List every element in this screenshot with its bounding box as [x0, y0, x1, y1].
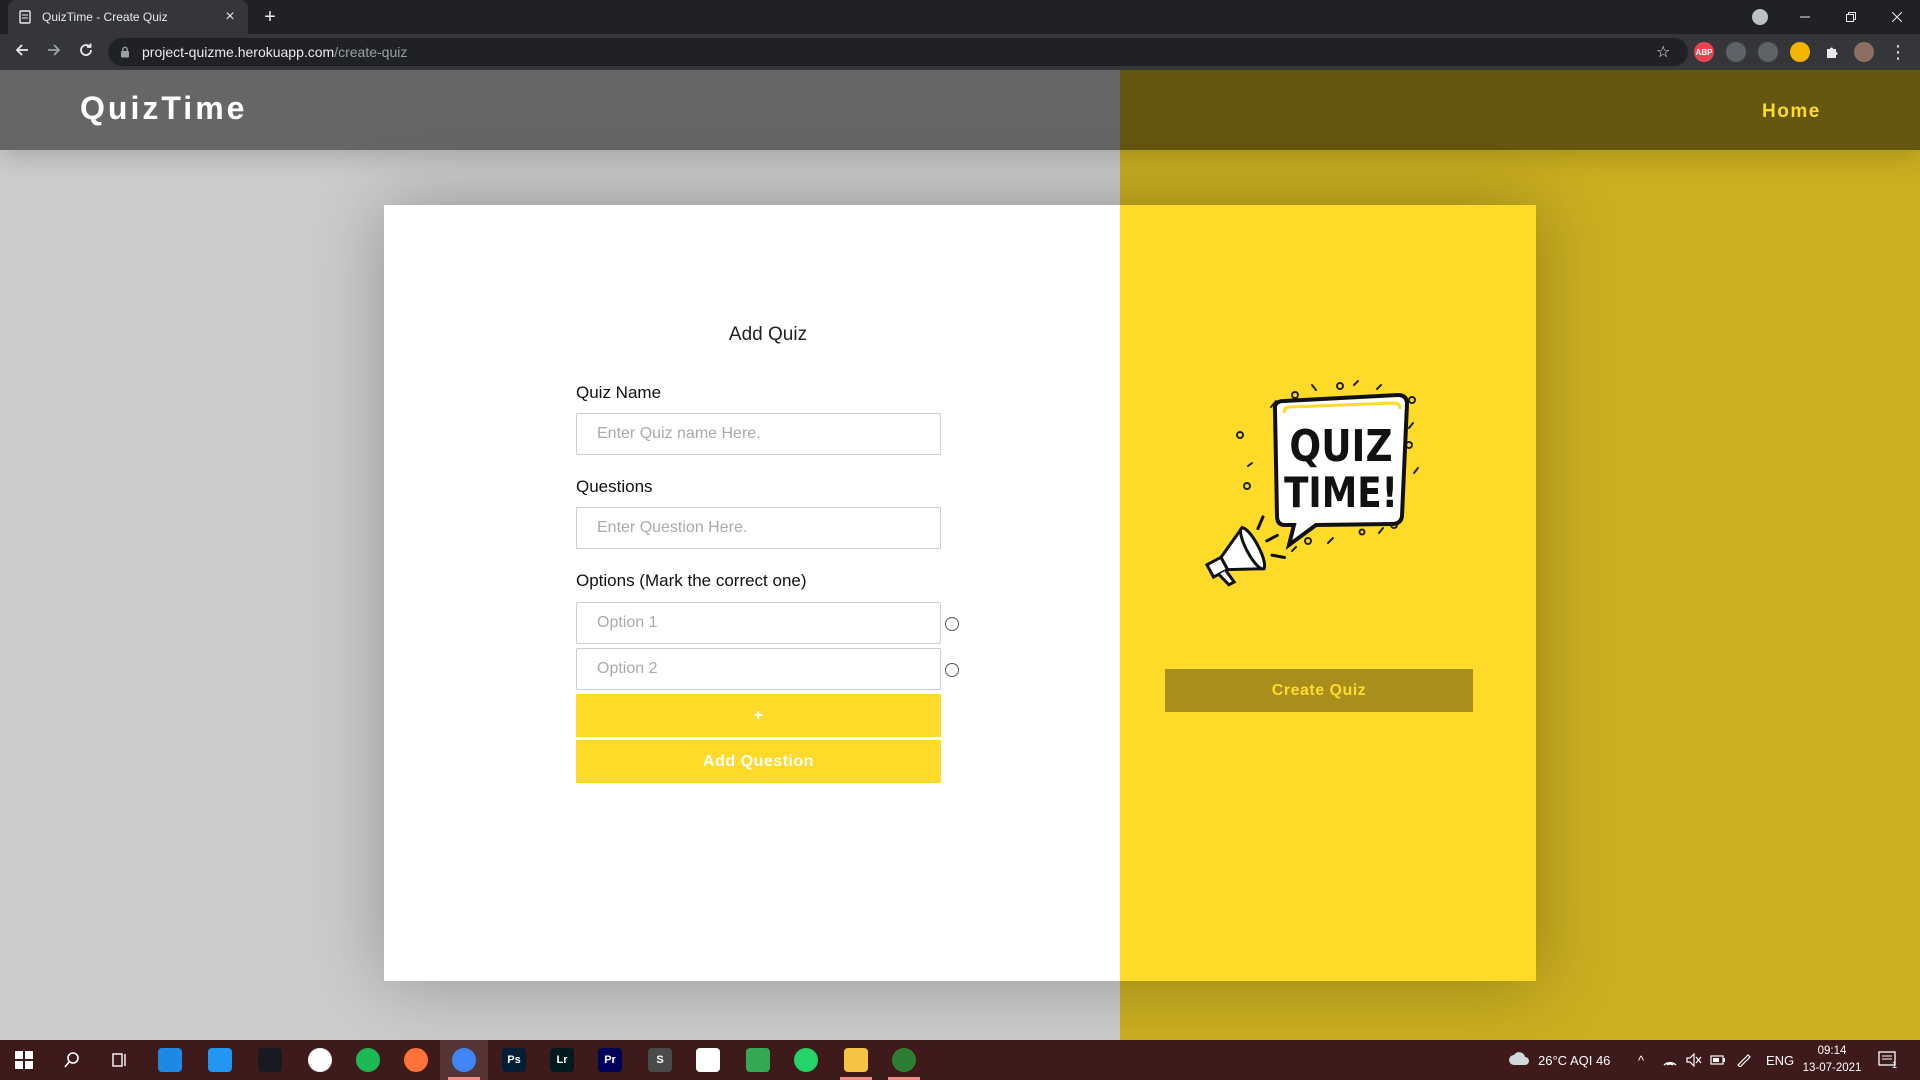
clock-date: 13-07-2021	[1802, 1062, 1862, 1074]
tab-close-icon[interactable]: ×	[222, 8, 238, 26]
address-bar[interactable]: project-quizme.herokuapp.com/create-quiz	[108, 38, 1688, 66]
form-title: Add Quiz	[728, 324, 808, 345]
network-icon[interactable]	[1662, 1040, 1678, 1080]
notifications-count: 1	[1892, 1060, 1898, 1070]
volume-muted-icon[interactable]	[1686, 1040, 1702, 1080]
system-clock[interactable]: 09:14 13-07-2021	[1796, 1043, 1868, 1077]
app-green-icon[interactable]	[892, 1048, 916, 1072]
firefox-icon[interactable]	[404, 1048, 428, 1072]
question-input[interactable]	[576, 507, 941, 549]
task-view-icon[interactable]	[108, 1048, 132, 1072]
extension-b-icon[interactable]	[1790, 42, 1810, 62]
quiz-name-input[interactable]	[576, 413, 941, 455]
side-panel: QUIZ TIME! Create Quiz	[1120, 205, 1536, 981]
premiere-icon[interactable]: Pr	[598, 1048, 622, 1072]
tab-title: QuizTime - Create Quiz	[42, 10, 168, 24]
reload-icon[interactable]	[74, 40, 98, 64]
show-hidden-icons-chevron-icon[interactable]: ^	[1638, 1040, 1644, 1080]
adblock-plus-icon[interactable]: ABP	[1694, 42, 1714, 62]
extension-a-icon[interactable]	[1758, 42, 1778, 62]
whatsapp-icon[interactable]	[794, 1048, 818, 1072]
windows-taskbar: Ps Lr Pr S 26°C AQI 46 ^ ENG 09:14 13-07-20…	[0, 1040, 1920, 1080]
option-2-correct-radio[interactable]	[945, 663, 959, 677]
page-favicon-icon	[18, 10, 32, 24]
questions-label: Questions	[576, 477, 653, 496]
chrome-icon[interactable]	[452, 1048, 476, 1072]
quiz-name-label: Quiz Name	[576, 383, 662, 402]
bookmark-star-icon[interactable]: ☆	[1656, 42, 1670, 62]
chrome-menu-icon[interactable]: ⋮	[1886, 40, 1910, 64]
browser-tab-strip: QuizTime - Create Quiz × +	[0, 0, 1920, 34]
camera-icon[interactable]	[1726, 42, 1746, 62]
forward-icon[interactable]	[42, 40, 66, 64]
brand-logo[interactable]: QuizTime	[80, 90, 247, 127]
tab-search-icon[interactable]	[1752, 9, 1768, 25]
windows-start-icon[interactable]	[12, 1048, 36, 1072]
search-icon[interactable]	[60, 1048, 84, 1072]
option-1-correct-radio[interactable]	[945, 617, 959, 631]
input-language[interactable]: ENG	[1766, 1040, 1794, 1080]
minimize-icon[interactable]	[1782, 0, 1828, 34]
profile-avatar[interactable]	[1854, 42, 1874, 62]
create-quiz-card: Add Quiz Quiz Name Questions Options (Ma…	[384, 205, 1536, 981]
notifications-icon[interactable]: 1	[1878, 1040, 1897, 1080]
url-host: project-quizme.herokuapp.com	[142, 44, 335, 60]
page-content: QuizTime Home Add Quiz Quiz Name Questio…	[0, 70, 1920, 1040]
weather-text: 26°C AQI 46	[1538, 1052, 1611, 1068]
create-quiz-button[interactable]: Create Quiz	[1165, 669, 1473, 712]
google-drive-icon[interactable]	[746, 1048, 770, 1072]
weather-cloud-icon	[1508, 1051, 1530, 1070]
pen-workspace-icon[interactable]	[1736, 1040, 1752, 1080]
add-question-button[interactable]: Add Question	[576, 740, 941, 783]
weather-widget[interactable]: 26°C AQI 46	[1508, 1040, 1610, 1080]
nav-home-link[interactable]: Home	[1762, 101, 1821, 123]
add-option-button[interactable]: +	[576, 694, 941, 737]
lightroom-icon[interactable]: Lr	[550, 1048, 574, 1072]
store-icon[interactable]	[696, 1048, 720, 1072]
quiz-time-megaphone-illustration: QUIZ TIME!	[1204, 380, 1419, 587]
illustration-line-2: TIME!	[1284, 469, 1398, 517]
photoshop-icon[interactable]: Ps	[502, 1048, 526, 1072]
puzzle-icon[interactable]	[1822, 42, 1842, 62]
window-close-icon[interactable]	[1874, 0, 1920, 34]
file-explorer-icon[interactable]	[844, 1048, 868, 1072]
url-path: /create-quiz	[334, 44, 408, 60]
onedrive-photos-icon[interactable]	[208, 1048, 232, 1072]
restore-icon[interactable]	[1828, 0, 1874, 34]
quiz-form: Add Quiz Quiz Name Questions Options (Ma…	[384, 205, 1120, 981]
binance-icon[interactable]	[258, 1048, 282, 1072]
illustration-line-1: QUIZ	[1289, 420, 1392, 472]
new-tab-button[interactable]: +	[258, 5, 282, 29]
spotify-icon[interactable]	[356, 1048, 380, 1072]
clock-time: 09:14	[1817, 1045, 1847, 1057]
battery-icon[interactable]	[1710, 1040, 1726, 1080]
option-1-input[interactable]	[576, 602, 941, 644]
xmind-icon[interactable]	[308, 1048, 332, 1072]
sublime-icon[interactable]: S	[648, 1048, 672, 1072]
options-label: Options (Mark the correct one)	[576, 571, 807, 590]
site-navbar: QuizTime Home	[0, 70, 1920, 150]
browser-tab[interactable]: QuizTime - Create Quiz ×	[8, 0, 248, 34]
browser-toolbar: project-quizme.herokuapp.com/create-quiz…	[0, 34, 1920, 70]
back-icon[interactable]	[10, 40, 34, 64]
lock-icon	[120, 46, 132, 58]
option-2-input[interactable]	[576, 648, 941, 690]
app-pen-icon[interactable]	[158, 1048, 182, 1072]
